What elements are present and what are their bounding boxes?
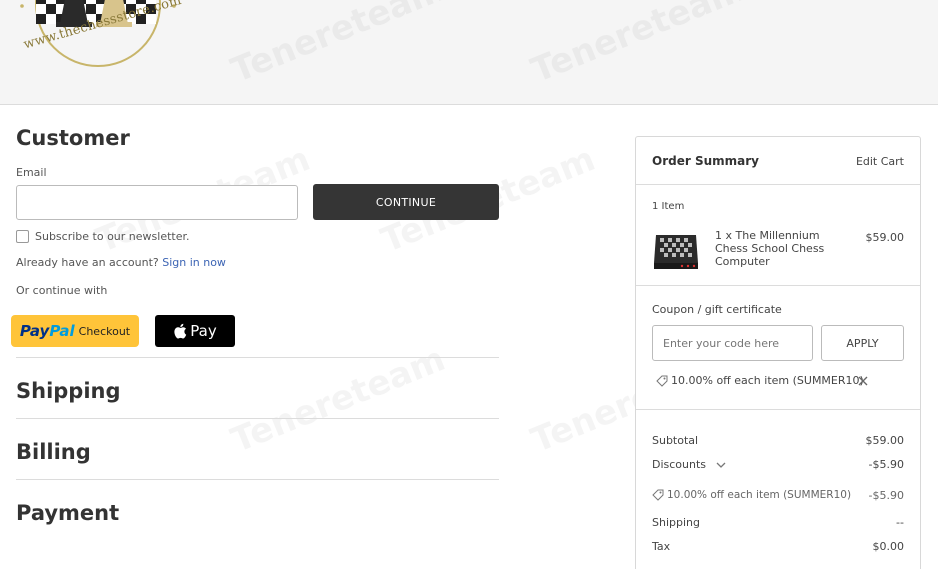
account-prompt-text: Already have an account?	[16, 256, 159, 269]
apply-coupon-button[interactable]: APPLY	[821, 325, 904, 361]
order-summary-panel: Order Summary Edit Cart 1 Item 1 x The M…	[635, 136, 921, 569]
item-name-line: 1 x The Millennium	[715, 229, 820, 242]
applied-coupon-text: 10.00% off each item (SUMMER10)	[671, 374, 864, 387]
divider	[16, 479, 499, 480]
tax-value: $0.00	[872, 540, 905, 553]
email-label: Email	[16, 166, 47, 179]
discount-detail: 10.00% off each item (SUMMER10)	[652, 489, 851, 501]
tax-label: Tax	[652, 540, 671, 553]
item-price: $59.00	[865, 231, 905, 244]
paypal-checkout-button[interactable]: Pay Pal Checkout	[11, 315, 139, 347]
coupon-code-input[interactable]	[652, 325, 813, 361]
newsletter-label: Subscribe to our newsletter.	[35, 230, 190, 243]
item-count: 1 Item	[652, 201, 685, 212]
email-field[interactable]	[16, 185, 298, 220]
tag-icon	[652, 489, 664, 501]
tag-icon	[656, 375, 668, 387]
billing-heading[interactable]: Billing	[16, 440, 91, 464]
discount-detail-text: 10.00% off each item (SUMMER10)	[667, 489, 852, 501]
continue-with-label: Or continue with	[16, 284, 108, 297]
chevron-down-icon	[716, 462, 725, 468]
coupon-link[interactable]: Coupon / gift certificate	[652, 303, 782, 316]
discounts-value: -$5.90	[868, 458, 904, 471]
item-name-line: Computer	[715, 255, 770, 268]
discounts-toggle[interactable]: Discounts	[652, 458, 726, 471]
site-header: www.thechessstore.com	[0, 0, 938, 105]
discounts-label: Discounts	[652, 458, 707, 471]
remove-coupon-close-icon[interactable]	[857, 375, 869, 387]
edit-cart-link[interactable]: Edit Cart	[856, 155, 904, 168]
chess-computer-product-image	[654, 235, 698, 269]
apple-pay-label: Pay	[190, 322, 217, 340]
item-name-line: Chess School Chess	[715, 242, 825, 255]
customer-heading: Customer	[16, 126, 130, 150]
applied-coupon: 10.00% off each item (SUMMER10)	[656, 374, 864, 387]
apple-icon	[174, 323, 187, 339]
continue-button[interactable]: CONTINUE	[313, 184, 499, 220]
divider	[636, 184, 920, 185]
apple-pay-button[interactable]: Pay	[155, 315, 235, 347]
paypal-checkout-label: Checkout	[78, 324, 131, 338]
divider	[636, 409, 920, 410]
paypal-logo-pay: Pay	[19, 322, 50, 340]
divider	[16, 357, 499, 358]
sign-in-link[interactable]: Sign in now	[162, 256, 226, 269]
subtotal-value: $59.00	[865, 434, 905, 447]
discount-detail-value: -$5.90	[868, 489, 904, 502]
order-summary-title: Order Summary	[652, 154, 759, 168]
shipping-value: --	[896, 516, 904, 529]
shipping-label: Shipping	[652, 516, 700, 529]
payment-heading[interactable]: Payment	[16, 501, 119, 525]
account-prompt: Already have an account? Sign in now	[16, 256, 226, 269]
subtotal-label: Subtotal	[652, 434, 699, 447]
divider	[16, 418, 499, 419]
shipping-heading[interactable]: Shipping	[16, 379, 121, 403]
divider	[636, 285, 920, 286]
paypal-logo-pal: Pal	[49, 322, 75, 340]
newsletter-checkbox[interactable]	[16, 230, 29, 243]
item-name[interactable]: 1 x The Millennium Chess School Chess Co…	[715, 229, 824, 268]
